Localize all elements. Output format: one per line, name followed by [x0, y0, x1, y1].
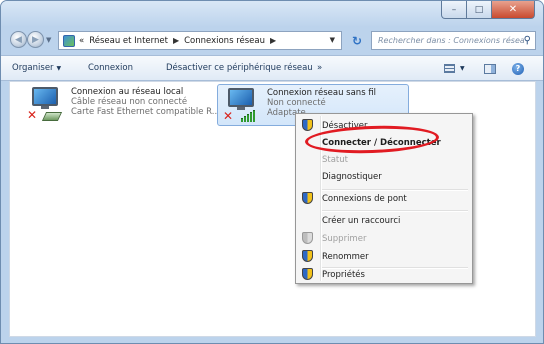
context-menu: Désactiver Connecter / Déconnecter Statu…	[295, 113, 473, 284]
menu-item-label: Connexions de pont	[322, 194, 407, 204]
disconnected-x-icon: ✕	[27, 108, 38, 122]
title-bar[interactable]: – □ ✕	[1, 1, 543, 27]
menu-item-rename[interactable]: Renommer	[298, 247, 470, 267]
connection-status: Câble réseau non connecté	[71, 97, 188, 107]
forward-arrow-icon: ▶	[32, 34, 39, 45]
menu-item-label: Diagnostiquer	[322, 172, 382, 182]
breadcrumb-overflow[interactable]: «	[79, 36, 84, 46]
change-view-button[interactable]: ▼	[444, 61, 465, 76]
disable-device-button[interactable]: Désactiver ce périphérique réseau	[166, 63, 313, 73]
more-commands-button[interactable]: »	[317, 63, 322, 73]
connection-item-lan[interactable]: ✕ Connexion au réseau local Câble réseau…	[22, 84, 220, 126]
menu-item-label: Renommer	[322, 252, 369, 262]
breadcrumb-network-connections[interactable]: Connexions réseau	[184, 36, 265, 46]
connection-status: Non connecté	[267, 98, 326, 108]
menu-item-delete[interactable]: Supprimer	[298, 229, 470, 249]
network-folder-icon	[63, 34, 75, 47]
back-arrow-icon: ◀	[15, 34, 22, 45]
help-icon: ?	[512, 62, 524, 75]
menu-item-create-shortcut[interactable]: Créer un raccourci	[298, 211, 470, 231]
computer-stand	[41, 106, 49, 109]
signal-bars-icon	[241, 110, 255, 122]
close-button[interactable]: ✕	[492, 1, 535, 19]
breadcrumb-arrow-icon[interactable]: ▶	[270, 36, 276, 45]
shield-icon	[302, 250, 313, 262]
menu-item-bridge-connections[interactable]: Connexions de pont	[298, 189, 470, 209]
view-icon	[444, 64, 455, 73]
address-row: ◀ ▶ ▼ « Réseau et Internet ▶ Connexions …	[1, 27, 543, 55]
recent-pages-dropdown[interactable]: ▼	[46, 36, 51, 44]
search-icon[interactable]: ⚲	[524, 35, 531, 46]
command-bar: Organiser ▼ Connexion Désactiver ce périp…	[1, 55, 543, 81]
search-box[interactable]: Rechercher dans : Connexions réseau ⚲	[371, 31, 536, 50]
menu-item-label: Créer un raccourci	[322, 216, 401, 226]
caption-buttons: – □ ✕	[441, 1, 535, 20]
menu-item-label: Supprimer	[322, 234, 367, 244]
refresh-icon: ↻	[351, 33, 363, 48]
menu-item-diagnose[interactable]: Diagnostiquer	[298, 167, 470, 187]
preview-pane-button[interactable]	[484, 61, 496, 76]
disconnected-x-icon: ✕	[223, 109, 234, 123]
connection-name: Connexion réseau sans fil	[267, 88, 377, 98]
forward-button[interactable]: ▶	[27, 31, 44, 48]
menu-item-label: Statut	[322, 155, 348, 165]
shield-icon	[302, 119, 313, 131]
network-card-icon	[41, 112, 63, 121]
menu-item-label: Désactiver	[322, 121, 368, 131]
shield-icon	[302, 192, 313, 204]
connection-text-lan: Connexion au réseau local Câble réseau n…	[71, 87, 220, 117]
connection-name: Connexion au réseau local	[71, 87, 184, 97]
connect-button[interactable]: Connexion	[88, 63, 133, 73]
chevron-down-icon: ▼	[460, 65, 465, 72]
help-button[interactable]: ?	[512, 61, 524, 76]
organize-button[interactable]: Organiser ▼	[12, 63, 61, 73]
address-dropdown-icon[interactable]: ▼	[330, 36, 335, 44]
back-button[interactable]: ◀	[10, 31, 27, 48]
preview-pane-icon	[484, 63, 496, 74]
menu-item-label: Connecter / Déconnecter	[322, 138, 441, 148]
menu-item-label: Propriétés	[322, 270, 365, 280]
connection-device: Carte Fast Ethernet compatible R...	[71, 107, 220, 117]
computer-icon	[32, 87, 58, 106]
search-input[interactable]: Rechercher dans : Connexions réseau	[378, 36, 524, 45]
address-bar[interactable]: « Réseau et Internet ▶ Connexions réseau…	[58, 31, 342, 50]
organize-label: Organiser	[12, 63, 54, 73]
shield-icon	[302, 232, 313, 244]
refresh-button[interactable]: ↻	[346, 31, 368, 50]
chevron-down-icon: ▼	[56, 65, 62, 72]
computer-icon	[228, 88, 254, 107]
breadcrumb-arrow-icon[interactable]: ▶	[173, 36, 179, 45]
menu-item-properties[interactable]: Propriétés	[298, 265, 470, 285]
breadcrumb-network-internet[interactable]: Réseau et Internet	[89, 36, 168, 46]
shield-icon	[302, 268, 313, 280]
maximize-button[interactable]: □	[467, 1, 492, 19]
minimize-button[interactable]: –	[441, 1, 467, 19]
